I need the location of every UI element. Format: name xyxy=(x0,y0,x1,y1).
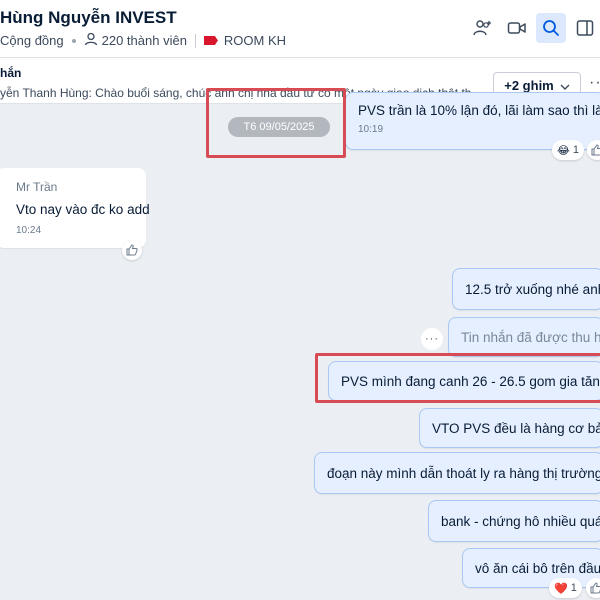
message-text: Vto nay vào đc ko add xyxy=(16,202,150,217)
message-text: đoạn này mình dẫn thoát ly ra hàng thị t… xyxy=(327,465,600,481)
header-actions xyxy=(464,13,600,43)
message-bubble[interactable]: đoạn này mình dẫn thoát ly ra hàng thị t… xyxy=(314,452,600,494)
message-text: PVS trần là 10% lận đó, lãi làm sao thì … xyxy=(358,103,600,118)
video-call-icon[interactable] xyxy=(502,13,532,43)
message-more-icon[interactable]: ··· xyxy=(421,328,443,350)
meta-divider xyxy=(194,33,196,48)
thumbs-up-icon[interactable] xyxy=(587,140,600,160)
highlight-box-date xyxy=(206,88,346,158)
meta-dot xyxy=(71,38,76,43)
search-icon[interactable] xyxy=(536,13,566,43)
reaction-badge[interactable]: ❤️ 1 xyxy=(549,578,582,598)
message-time: 10:24 xyxy=(16,225,42,236)
heart-emoji-icon: ❤️ xyxy=(554,582,568,595)
laugh-emoji-icon: 😂 xyxy=(557,144,570,157)
room-tag[interactable]: ROOM KH xyxy=(224,33,286,48)
message-text: vô ăn cái bô trên đầu xyxy=(475,560,600,576)
message-bubble-recalled[interactable]: Tin nhắn đã được thu hồi xyxy=(448,317,600,357)
message-time: 10:19 xyxy=(358,124,384,135)
thumbs-up-icon[interactable] xyxy=(586,578,600,598)
add-member-icon[interactable] xyxy=(468,13,498,43)
message-text: VTO PVS đều là hàng cơ bản xyxy=(432,420,600,436)
user-icon xyxy=(84,32,98,49)
message-text: 12.5 trở xuống nhé anh xyxy=(465,281,600,297)
message-text: bank - chứng hô nhiều quá xyxy=(441,513,600,529)
message-bubble[interactable]: Mr Trần Vto nay vào đc ko add 10:24 xyxy=(0,168,150,248)
member-count[interactable]: 220 thành viên xyxy=(102,33,187,48)
reaction-count: 1 xyxy=(570,582,577,594)
reaction-count: 1 xyxy=(572,144,579,156)
group-category: Cộng đồng xyxy=(0,33,64,48)
tag-icon xyxy=(203,36,218,45)
message-bubble[interactable]: VTO PVS đều là hàng cơ bản xyxy=(419,408,600,448)
sidebar-icon[interactable] xyxy=(570,13,600,43)
group-title[interactable]: Hùng Nguyễn INVEST xyxy=(0,8,177,28)
thumbs-up-icon[interactable] xyxy=(122,240,142,260)
message-sender[interactable]: Mr Trần xyxy=(8,180,134,194)
message-bubble[interactable]: bank - chứng hô nhiều quá xyxy=(428,500,600,542)
chat-header: Hùng Nguyễn INVEST Cộng đồng 220 thành v… xyxy=(0,0,600,58)
message-bubble[interactable]: 12.5 trở xuống nhé anh xyxy=(452,268,600,310)
highlight-box-message xyxy=(315,353,600,403)
reaction-badge[interactable]: 😂 1 xyxy=(552,140,584,160)
group-meta: Cộng đồng 220 thành viên ROOM KH xyxy=(0,32,286,49)
message-text: Tin nhắn đã được thu hồi xyxy=(461,329,600,345)
